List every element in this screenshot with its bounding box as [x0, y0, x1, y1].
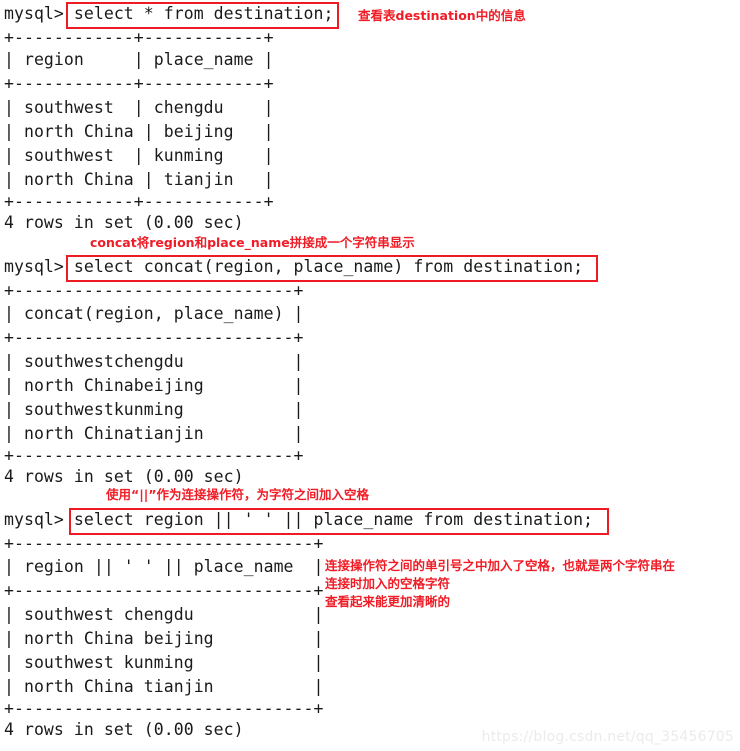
terminal-line: | concat(region, place_name) | — [4, 304, 304, 323]
terminal-line: +------------+------------+ — [4, 28, 274, 47]
terminal-line: | north China | tianjin | — [4, 170, 274, 189]
terminal-line: | southwestkunming | — [4, 400, 304, 419]
terminal-line: +------------------------------+ — [4, 534, 324, 553]
terminal-line: | southwest chengdu | — [4, 605, 324, 624]
terminal-line: mysql> select concat(region, place_name)… — [4, 257, 584, 276]
terminal-line: | region | place_name | — [4, 50, 274, 69]
terminal-line: | southwest kunming | — [4, 653, 324, 672]
terminal-line: | southwest | chengdu | — [4, 98, 274, 117]
terminal-line: | southwest | kunming | — [4, 146, 274, 165]
terminal-line: +----------------------------+ — [4, 281, 304, 300]
watermark-text: https://blog.csdn.net/qq_35456705 — [481, 729, 734, 745]
terminal-line: +------------+------------+ — [4, 74, 274, 93]
terminal-line: +----------------------------+ — [4, 328, 304, 347]
terminal-line: | southwestchengdu | — [4, 352, 304, 371]
terminal-line: | north China beijing | — [4, 629, 324, 648]
note-4: 连接操作符之间的单引号之中加入了空格，也就是两个字符串在 连接时加入的空格字符 … — [325, 558, 676, 609]
note-1: 查看表destination中的信息 — [358, 8, 526, 23]
note-3: 使用“||”作为连接操作符，为字符之间加入空格 — [106, 487, 370, 502]
terminal-line: 4 rows in set (0.00 sec) — [4, 720, 244, 739]
terminal-line: | north Chinatianjin | — [4, 424, 304, 443]
terminal-line: | north China tianjin | — [4, 677, 324, 696]
terminal-line: | north China | beijing | — [4, 122, 274, 141]
terminal-output: mysql> select * from destination; +------… — [0, 0, 740, 751]
terminal-line: | region || ' ' || place_name | — [4, 557, 324, 576]
terminal-line: | north Chinabeijing | — [4, 376, 304, 395]
terminal-line: +------------------------------+ — [4, 581, 324, 600]
terminal-line: mysql> select * from destination; — [4, 4, 334, 23]
terminal-line: 4 rows in set (0.00 sec) — [4, 213, 244, 232]
note-2: concat将region和place_name拼接成一个字符串显示 — [90, 235, 415, 250]
terminal-line: mysql> select region || ' ' || place_nam… — [4, 510, 594, 529]
